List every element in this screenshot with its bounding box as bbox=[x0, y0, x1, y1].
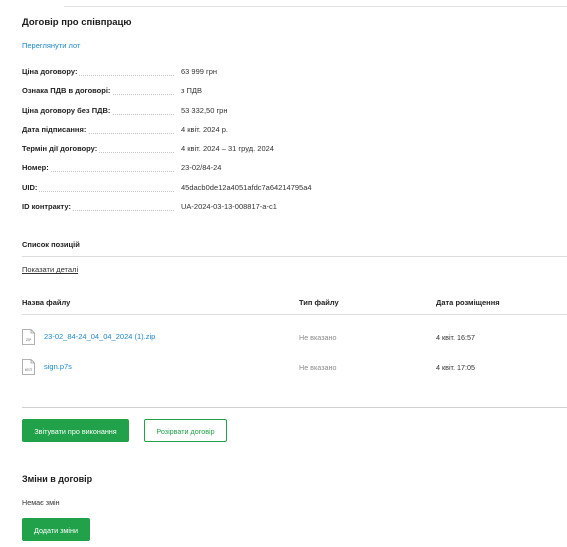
no-changes-text: Немає змін bbox=[22, 498, 60, 507]
table-header-divider bbox=[22, 314, 567, 315]
detail-label: UID: bbox=[22, 182, 40, 192]
signature-file-icon: КЕП bbox=[22, 359, 35, 375]
detail-value: 45dacb0de12a4051afdc7a64214795a4 bbox=[181, 182, 312, 192]
file-type: Не вказано bbox=[299, 363, 337, 372]
column-header-upload-date: Дата розміщення bbox=[436, 298, 500, 307]
contract-page: Договір про співпрацю Переглянути лот Ці… bbox=[0, 0, 567, 547]
detail-value: 4 квіт. 2024 – 31 груд. 2024 bbox=[181, 144, 274, 154]
file-name-link[interactable]: sign.p7s bbox=[44, 362, 72, 371]
detail-value: 53 332,50 грн bbox=[181, 105, 228, 115]
add-changes-button[interactable]: Додати зміни bbox=[22, 518, 90, 541]
positions-heading: Список позицій bbox=[22, 240, 80, 249]
contract-details: Ціна договору: 63 999 грн Ознака ПДВ в д… bbox=[22, 64, 442, 218]
detail-value: 63 999 грн bbox=[181, 67, 218, 76]
file-date: 4 квіт. 16:57 bbox=[436, 333, 476, 342]
terminate-contract-button[interactable]: Розірвати договір bbox=[144, 419, 227, 442]
contract-title: Договір про співпрацю bbox=[22, 17, 132, 28]
detail-value: 23-02/84-24 bbox=[181, 163, 222, 173]
column-header-file-name: Назва файлу bbox=[22, 298, 71, 307]
report-execution-button[interactable]: Звітувати про виконання bbox=[22, 419, 129, 442]
detail-label: Ознака ПДВ в договорі: bbox=[22, 86, 113, 96]
detail-row-uid: UID: 45dacb0de12a4051afdc7a64214795a4 bbox=[22, 180, 442, 199]
detail-label: Дата підписання: bbox=[22, 124, 89, 134]
detail-label: Ціна договору без ПДВ: bbox=[22, 105, 113, 115]
signature-icon-label: КЕП bbox=[25, 368, 33, 372]
detail-value: UA-2024-03-13-008817-a-c1 bbox=[181, 202, 277, 212]
detail-label: Термін дії договору: bbox=[22, 144, 100, 154]
detail-label: Номер: bbox=[22, 163, 51, 173]
detail-row-contract-id: ID контракту: UA-2024-03-13-008817-a-c1 bbox=[22, 199, 442, 218]
zip-icon-label: ZIP bbox=[26, 338, 33, 342]
detail-value: 4 квіт. 2024 р. bbox=[181, 124, 228, 134]
detail-value: з ПДВ bbox=[181, 86, 202, 96]
changes-title: Зміни в договір bbox=[22, 474, 93, 484]
detail-row-number: Номер: 23-02/84-24 bbox=[22, 160, 442, 179]
detail-row-price: Ціна договору: 63 999 грн bbox=[22, 64, 442, 83]
column-header-file-type: Тип файлу bbox=[299, 298, 339, 307]
top-divider bbox=[64, 6, 567, 7]
detail-row-signing-date: Дата підписання: 4 квіт. 2024 р. bbox=[22, 122, 442, 141]
detail-row-price-no-vat: Ціна договору без ПДВ: 53 332,50 грн bbox=[22, 103, 442, 122]
zip-file-icon: ZIP bbox=[22, 329, 35, 345]
view-lot-link[interactable]: Переглянути лот bbox=[22, 41, 80, 50]
positions-divider bbox=[22, 256, 567, 257]
file-type: Не вказано bbox=[299, 333, 337, 342]
file-row: КЕП sign.p7s Не вказано 4 квіт. 17:05 bbox=[22, 359, 567, 389]
file-name-link[interactable]: 23-02_84-24_04_04_2024 (1).zip bbox=[44, 332, 155, 341]
detail-row-vat-flag: Ознака ПДВ в договорі: з ПДВ bbox=[22, 83, 442, 102]
detail-row-term: Термін дії договору: 4 квіт. 2024 – 31 г… bbox=[22, 141, 442, 160]
file-date: 4 квіт. 17:05 bbox=[436, 363, 476, 372]
detail-label: ID контракту: bbox=[22, 202, 73, 212]
detail-label: Ціна договору: bbox=[22, 67, 80, 76]
actions-divider bbox=[22, 407, 567, 408]
file-row: ZIP 23-02_84-24_04_04_2024 (1).zip Не вк… bbox=[22, 329, 567, 359]
show-details-link[interactable]: Показати деталі bbox=[22, 265, 78, 274]
